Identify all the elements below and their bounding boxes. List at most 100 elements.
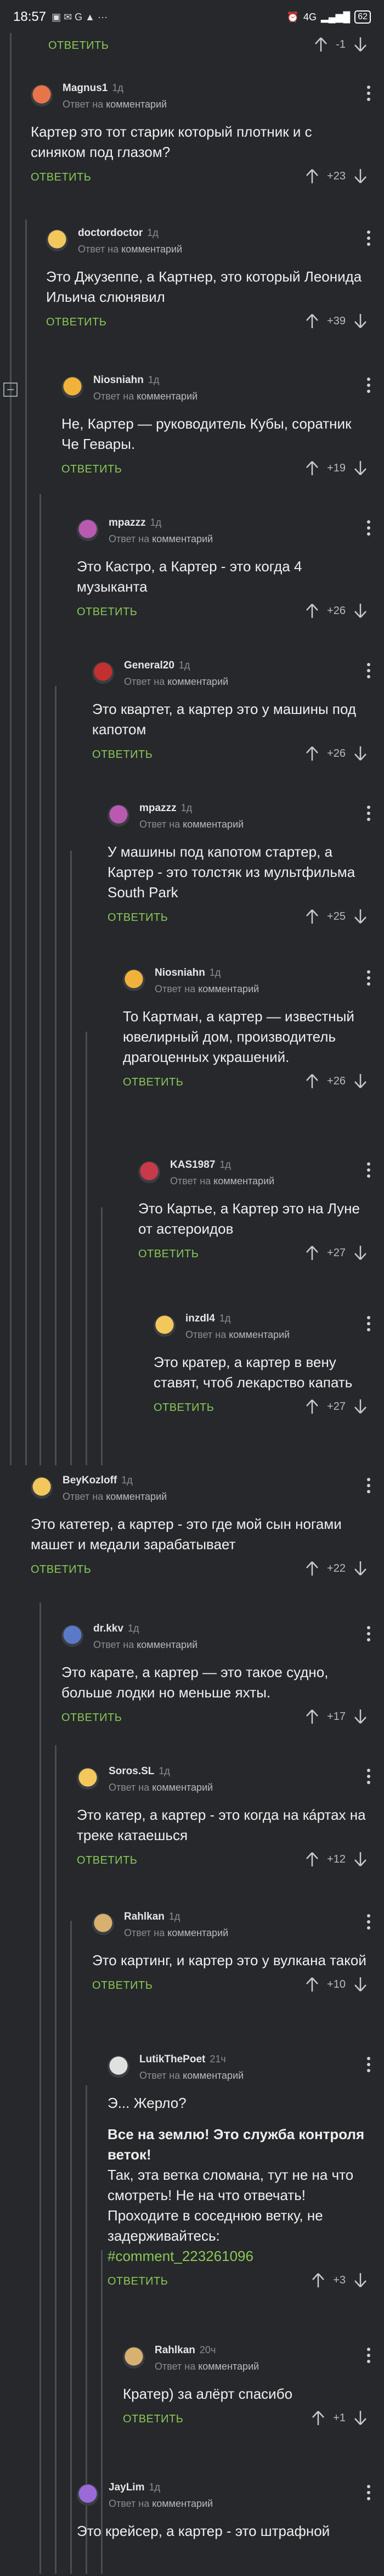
more-options-icon[interactable] [366, 230, 371, 247]
comment-author[interactable]: BeyKozloff 1д [63, 1475, 133, 1487]
downvote-icon[interactable] [353, 908, 368, 925]
downvote-icon[interactable] [353, 2410, 368, 2426]
downvote-icon[interactable] [353, 1073, 368, 1089]
reply-to-link[interactable]: комментарий [106, 99, 167, 110]
comment-author[interactable]: KAS1987 1д [170, 1159, 231, 1171]
comment-author[interactable]: JayLim 1д [109, 2482, 160, 2494]
more-options-icon[interactable] [366, 1914, 371, 1931]
comment-author[interactable]: Rahlkan 1д [124, 1911, 180, 1923]
more-options-icon[interactable] [366, 1626, 371, 1643]
reply-to-link[interactable]: комментарий [137, 1639, 197, 1650]
upvote-icon[interactable] [305, 313, 319, 329]
upvote-icon[interactable] [311, 2410, 325, 2426]
author-name[interactable]: Rahlkan [155, 2344, 195, 2356]
avatar[interactable] [108, 2056, 129, 2078]
upvote-icon[interactable] [305, 603, 319, 619]
downvote-icon[interactable] [353, 745, 368, 762]
reply-button[interactable]: ОТВЕТИТЬ [138, 1248, 199, 1261]
reply-to-link[interactable]: комментарий [167, 676, 228, 687]
downvote-icon[interactable] [353, 36, 368, 53]
more-options-icon[interactable] [366, 970, 371, 987]
downvote-icon[interactable] [353, 1976, 368, 1993]
reply-to-link[interactable]: комментарий [167, 1927, 228, 1938]
author-name[interactable]: Niosniahn [155, 967, 205, 978]
reply-to-link[interactable]: комментарий [229, 1329, 290, 1340]
more-options-icon[interactable] [366, 1478, 371, 1494]
downvote-icon[interactable] [353, 460, 368, 476]
reply-button[interactable]: ОТВЕТИТЬ [61, 463, 122, 476]
more-options-icon[interactable] [366, 2485, 371, 2501]
avatar[interactable] [31, 1477, 53, 1499]
author-name[interactable]: dr.kkv [93, 1623, 123, 1634]
comment-author[interactable]: inzdl4 1д [185, 1313, 230, 1325]
reply-button[interactable]: ОТВЕТИТЬ [123, 2413, 183, 2426]
upvote-icon[interactable] [305, 1976, 319, 1993]
upvote-icon[interactable] [305, 1398, 319, 1415]
author-name[interactable]: Magnus1 [63, 82, 108, 94]
more-options-icon[interactable] [366, 86, 371, 102]
comment-author[interactable]: General20 1д [124, 660, 190, 672]
reply-button[interactable]: ОТВЕТИТЬ [77, 606, 137, 618]
reply-to-link[interactable]: комментарий [198, 2361, 259, 2372]
author-name[interactable]: doctordoctor [78, 227, 143, 239]
comment-author[interactable]: dr.kkv 1д [93, 1623, 139, 1635]
downvote-icon[interactable] [353, 1851, 368, 1868]
reply-button[interactable]: ОТВЕТИТЬ [92, 749, 153, 761]
reply-button[interactable]: ОТВЕТИТЬ [154, 1402, 214, 1414]
reply-to-link[interactable]: комментарий [183, 2070, 244, 2081]
avatar[interactable] [31, 85, 53, 106]
author-name[interactable]: mpazzz [139, 802, 177, 814]
avatar[interactable] [77, 2484, 99, 2506]
reply-button[interactable]: ОТВЕТИТЬ [48, 40, 109, 52]
avatar[interactable] [123, 969, 145, 991]
reply-to-link[interactable]: комментарий [137, 391, 197, 402]
reply-button[interactable]: ОТВЕТИТЬ [61, 1712, 122, 1724]
downvote-icon[interactable] [353, 1560, 368, 1577]
reply-to-link[interactable]: комментарий [152, 533, 213, 544]
comment-author[interactable]: mpazzz 1д [109, 517, 161, 529]
author-name[interactable]: Rahlkan [124, 1911, 165, 1922]
more-options-icon[interactable] [366, 378, 371, 394]
comment-author[interactable]: Magnus1 1д [63, 82, 123, 94]
comment-author[interactable]: Niosniahn 1д [155, 967, 221, 979]
more-options-icon[interactable] [366, 2348, 371, 2364]
more-options-icon[interactable] [366, 520, 371, 537]
upvote-icon[interactable] [314, 36, 328, 53]
downvote-icon[interactable] [353, 168, 368, 184]
reply-to-link[interactable]: комментарий [198, 983, 259, 994]
avatar[interactable] [61, 376, 83, 398]
reply-button[interactable]: ОТВЕТИТЬ [123, 1076, 183, 1089]
reply-button[interactable]: ОТВЕТИТЬ [31, 171, 91, 184]
reply-button[interactable]: ОТВЕТИТЬ [77, 1854, 137, 1867]
upvote-icon[interactable] [311, 2272, 325, 2288]
more-options-icon[interactable] [366, 1769, 371, 1785]
comment-author[interactable]: Soros.SL 1д [109, 1765, 170, 1778]
upvote-icon[interactable] [305, 1245, 319, 1261]
reply-to-link[interactable]: комментарий [152, 1782, 213, 1793]
author-name[interactable]: Niosniahn [93, 374, 144, 386]
comment-link[interactable]: #comment_223261096 [108, 2246, 369, 2266]
avatar[interactable] [138, 1161, 160, 1183]
comment-author[interactable]: LutikThePoet 21ч [139, 2054, 226, 2066]
more-options-icon[interactable] [366, 663, 371, 679]
downvote-icon[interactable] [353, 1708, 368, 1725]
more-options-icon[interactable] [366, 2057, 371, 2073]
reply-button[interactable]: ОТВЕТИТЬ [108, 912, 168, 924]
collapse-thread-button[interactable] [3, 383, 18, 397]
avatar[interactable] [123, 2347, 145, 2369]
avatar[interactable] [77, 519, 99, 541]
reply-button[interactable]: ОТВЕТИТЬ [31, 1563, 91, 1576]
upvote-icon[interactable] [305, 1073, 319, 1089]
downvote-icon[interactable] [353, 1398, 368, 1415]
avatar[interactable] [92, 662, 114, 684]
author-name[interactable]: BeyKozloff [63, 1475, 117, 1486]
reply-to-link[interactable]: комментарий [121, 244, 182, 255]
reply-button[interactable]: ОТВЕТИТЬ [108, 2275, 168, 2288]
upvote-icon[interactable] [305, 1560, 319, 1577]
comment-author[interactable]: Niosniahn 1д [93, 374, 159, 386]
reply-button[interactable]: ОТВЕТИТЬ [46, 316, 106, 329]
avatar[interactable] [92, 1913, 114, 1935]
reply-to-link[interactable]: комментарий [106, 1491, 167, 1502]
author-name[interactable]: KAS1987 [170, 1159, 215, 1171]
upvote-icon[interactable] [305, 745, 319, 762]
